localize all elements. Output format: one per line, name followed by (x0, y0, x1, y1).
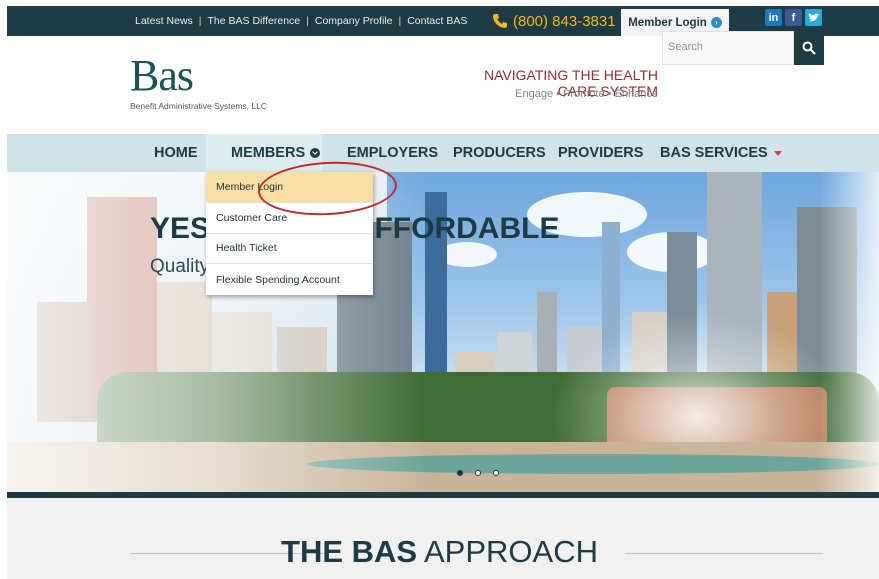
nav-producers[interactable]: PRODUCERS (453, 134, 546, 172)
search-button[interactable] (794, 31, 824, 65)
link-bas-difference[interactable]: The BAS Difference (208, 15, 301, 27)
approach-heading: THE BAS APPROACH (281, 534, 598, 569)
fountain-water (547, 312, 847, 462)
separator: | (198, 15, 202, 27)
carousel-dot[interactable] (457, 470, 463, 476)
phone-icon (493, 14, 507, 28)
carousel-dot[interactable] (475, 470, 481, 476)
dropdown-item-health-ticket[interactable]: Health Ticket (206, 234, 373, 265)
linkedin-icon[interactable]: in (765, 9, 782, 26)
facebook-icon[interactable]: f (785, 9, 802, 26)
chevron-down-icon (310, 148, 321, 158)
arrow-right-icon: › (710, 17, 722, 28)
search-input[interactable]: Search (662, 31, 794, 65)
link-contact-bas[interactable]: Contact BAS (407, 15, 467, 27)
nav-providers[interactable]: PROVIDERS (558, 134, 643, 172)
caret-down-icon (773, 150, 782, 156)
bas-logo[interactable]: Bas (130, 54, 194, 98)
member-login-label: Member Login (628, 16, 707, 29)
phone-number[interactable]: (800) 843-3831 (492, 6, 616, 36)
logo-subtitle: Benefit Administrative Systems, LLC (130, 101, 268, 111)
carousel-dot[interactable] (493, 470, 499, 476)
separator: | (398, 15, 402, 27)
search-icon (802, 41, 816, 55)
separator: | (306, 15, 309, 27)
nav-bas-services[interactable]: BAS SERVICES (660, 134, 782, 172)
link-company-profile[interactable]: Company Profile (315, 15, 393, 27)
top-links: Latest News | The BAS Difference | Compa… (135, 6, 467, 36)
dropdown-item-flexible-spending[interactable]: Flexible Spending Account (206, 264, 373, 295)
twitter-icon[interactable] (805, 9, 822, 26)
hero-banner[interactable]: YES, WE ARE AFFORDABLE Quality health ca… (7, 172, 879, 492)
link-latest-news[interactable]: Latest News (135, 15, 193, 27)
main-nav: HOME MEMBERS EMPLOYERS PRODUCERS PROVIDE… (7, 134, 879, 172)
tagline-sub: Engage • Promote • Enhance (515, 88, 658, 100)
hero-fade-right (819, 172, 879, 492)
nav-home[interactable]: HOME (154, 134, 198, 172)
phone-text: (800) 843-3831 (513, 12, 616, 30)
carousel-dots (457, 470, 511, 476)
